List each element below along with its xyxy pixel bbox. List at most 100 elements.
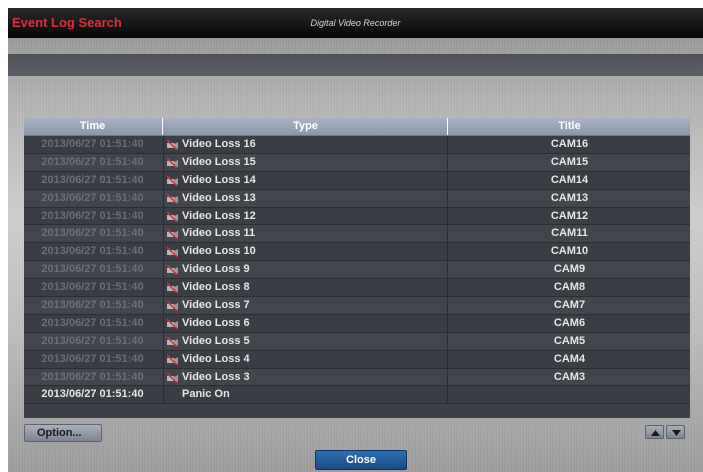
table-row[interactable]: 2013/06/27 01:51:40 Video Loss 8 CAM8 — [24, 279, 691, 298]
table-row[interactable]: 2013/06/27 01:51:40 Video Loss 5 CAM5 — [24, 332, 691, 351]
event-type-label: Video Loss 10 — [182, 245, 256, 258]
cell-type: Video Loss 9 — [163, 261, 447, 279]
event-type-label: Video Loss 11 — [182, 227, 256, 240]
cell-type: Video Loss 11 — [163, 225, 447, 243]
event-type-label: Video Loss 6 — [182, 316, 250, 329]
cell-time: 2013/06/27 01:51:40 — [41, 191, 144, 204]
cell-title: CAM9 — [447, 261, 691, 279]
video-loss-icon — [167, 229, 178, 240]
cell-time: 2013/06/27 01:51:40 — [41, 352, 144, 365]
column-header-type[interactable]: Type — [162, 118, 448, 135]
cell-type: Video Loss 3 — [163, 368, 447, 386]
video-loss-icon — [167, 193, 178, 204]
table-row[interactable]: 2013/06/27 01:51:40 Video Loss 15 CAM15 — [24, 153, 691, 172]
table-row[interactable]: 2013/06/27 01:51:40 Video Loss 14 CAM14 — [24, 171, 691, 190]
cell-title: CAM3 — [447, 368, 691, 386]
cell-type: Video Loss 10 — [163, 243, 447, 261]
title-bar: Event Log Search Digital Video Recorder — [8, 8, 703, 38]
event-type-label: Video Loss 14 — [182, 173, 256, 186]
cell-time: 2013/06/27 01:51:40 — [41, 299, 144, 312]
table-row[interactable]: 2013/06/27 01:51:40 Video Loss 3 CAM3 — [24, 368, 691, 387]
cell-type: Video Loss 15 — [163, 153, 447, 171]
event-log-search-window: Event Log Search Digital Video Recorder … — [8, 8, 703, 472]
cell-time: 2013/06/27 01:51:40 — [41, 334, 144, 347]
cell-time: 2013/06/27 01:51:40 — [41, 155, 144, 168]
cell-title: CAM11 — [447, 225, 691, 243]
close-button[interactable]: Close — [315, 450, 407, 470]
table-row[interactable]: 2013/06/27 01:51:40 Video Loss 16 CAM16 — [24, 136, 690, 154]
table-row[interactable]: 2013/06/27 01:51:40 Video Loss 4 CAM4 — [24, 350, 691, 369]
cell-title: CAM7 — [447, 297, 691, 315]
cell-title: CAM12 — [447, 207, 691, 225]
video-loss-icon — [167, 318, 178, 329]
event-type-label: Video Loss 13 — [182, 191, 256, 204]
cell-type: Panic On — [163, 386, 447, 404]
column-header-time[interactable]: Time — [24, 118, 161, 135]
video-loss-icon — [167, 283, 178, 294]
event-type-label: Video Loss 8 — [182, 281, 250, 294]
event-type-label: Video Loss 5 — [182, 334, 250, 347]
up-arrow-icon — [651, 430, 660, 436]
cell-type: Video Loss 12 — [163, 207, 447, 225]
event-type-label: Video Loss 3 — [182, 370, 250, 383]
table-row[interactable]: 2013/06/27 01:51:40 Video Loss 11 CAM11 — [24, 225, 691, 244]
window-subtitle: Digital Video Recorder — [310, 18, 401, 28]
table-row[interactable]: 2013/06/27 01:51:40 Video Loss 6 CAM6 — [24, 314, 691, 333]
table-row[interactable]: 2013/06/27 01:51:40 Video Loss 12 CAM12 — [24, 207, 691, 226]
column-header-title[interactable]: Title — [447, 118, 691, 135]
cell-type: Video Loss 13 — [163, 189, 447, 207]
event-type-label: Video Loss 12 — [182, 209, 256, 222]
cell-type: Video Loss 16 — [163, 136, 447, 153]
cell-title: CAM14 — [447, 171, 691, 189]
cell-title: CAM13 — [447, 189, 691, 207]
event-type-label: Video Loss 16 — [182, 138, 256, 150]
cell-type: Video Loss 8 — [163, 279, 447, 297]
event-log-table: Time Type Title 2013/06/27 01:51:40 Video… — [24, 118, 690, 418]
video-loss-icon — [167, 372, 178, 383]
cell-time: 2013/06/27 01:51:40 — [41, 227, 144, 240]
cell-time: 2013/06/27 01:51:40 — [41, 173, 144, 186]
cell-time: 2013/06/27 01:51:40 — [41, 263, 144, 276]
event-type-label: Video Loss 7 — [182, 299, 250, 312]
video-loss-icon — [167, 211, 178, 222]
video-loss-icon — [167, 265, 178, 276]
cell-title: CAM16 — [447, 136, 691, 153]
down-arrow-icon — [672, 430, 681, 436]
cell-time: 2013/06/27 01:51:40 — [41, 281, 144, 294]
video-loss-icon — [167, 336, 178, 347]
cell-time: 2013/06/27 01:51:40 — [41, 316, 144, 329]
video-loss-icon — [167, 301, 178, 312]
cell-time: 2013/06/27 01:51:40 — [41, 138, 144, 150]
scroll-up-button[interactable] — [645, 425, 664, 439]
video-loss-icon — [167, 175, 178, 186]
cell-title: CAM5 — [447, 332, 691, 350]
cell-title — [447, 386, 691, 404]
table-row[interactable]: 2013/06/27 01:51:40 Video Loss 13 CAM13 — [24, 189, 691, 208]
event-type-label: Panic On — [182, 388, 230, 401]
cell-title: CAM10 — [447, 243, 691, 261]
event-type-label: Video Loss 15 — [182, 155, 256, 168]
cell-time: 2013/06/27 01:51:40 — [41, 245, 144, 258]
table-header: Time Type Title — [24, 118, 690, 136]
table-body: 2013/06/27 01:51:40 Video Loss 16 CAM16 201… — [24, 136, 691, 405]
event-type-label: Video Loss 9 — [182, 263, 250, 276]
cell-title: CAM6 — [447, 314, 691, 332]
cell-title: CAM4 — [447, 350, 691, 368]
table-row[interactable]: 2013/06/27 01:51:40 Video Loss 10 CAM10 — [24, 243, 691, 262]
toolbar-band — [8, 54, 703, 76]
cell-type: Video Loss 5 — [163, 332, 447, 350]
cell-type: Video Loss 4 — [163, 350, 447, 368]
cell-type: Video Loss 7 — [163, 297, 447, 315]
table-row[interactable]: 2013/06/27 01:51:40 Video Loss 7 CAM7 — [24, 297, 690, 315]
cell-title: CAM15 — [447, 153, 691, 171]
video-loss-icon — [167, 354, 178, 365]
cell-title: CAM8 — [447, 279, 691, 297]
video-loss-icon — [167, 140, 178, 150]
cell-time: 2013/06/27 01:51:40 — [41, 209, 144, 222]
table-row[interactable]: 2013/06/27 01:51:40 Video Loss 9 CAM9 — [24, 261, 691, 280]
table-row[interactable]: 2013/06/27 01:51:40 Panic On — [24, 386, 691, 405]
cell-time: 2013/06/27 01:51:40 — [41, 388, 144, 401]
scroll-down-button[interactable] — [666, 425, 685, 439]
option-button[interactable]: Option... — [24, 424, 102, 442]
event-type-label: Video Loss 4 — [182, 352, 250, 365]
